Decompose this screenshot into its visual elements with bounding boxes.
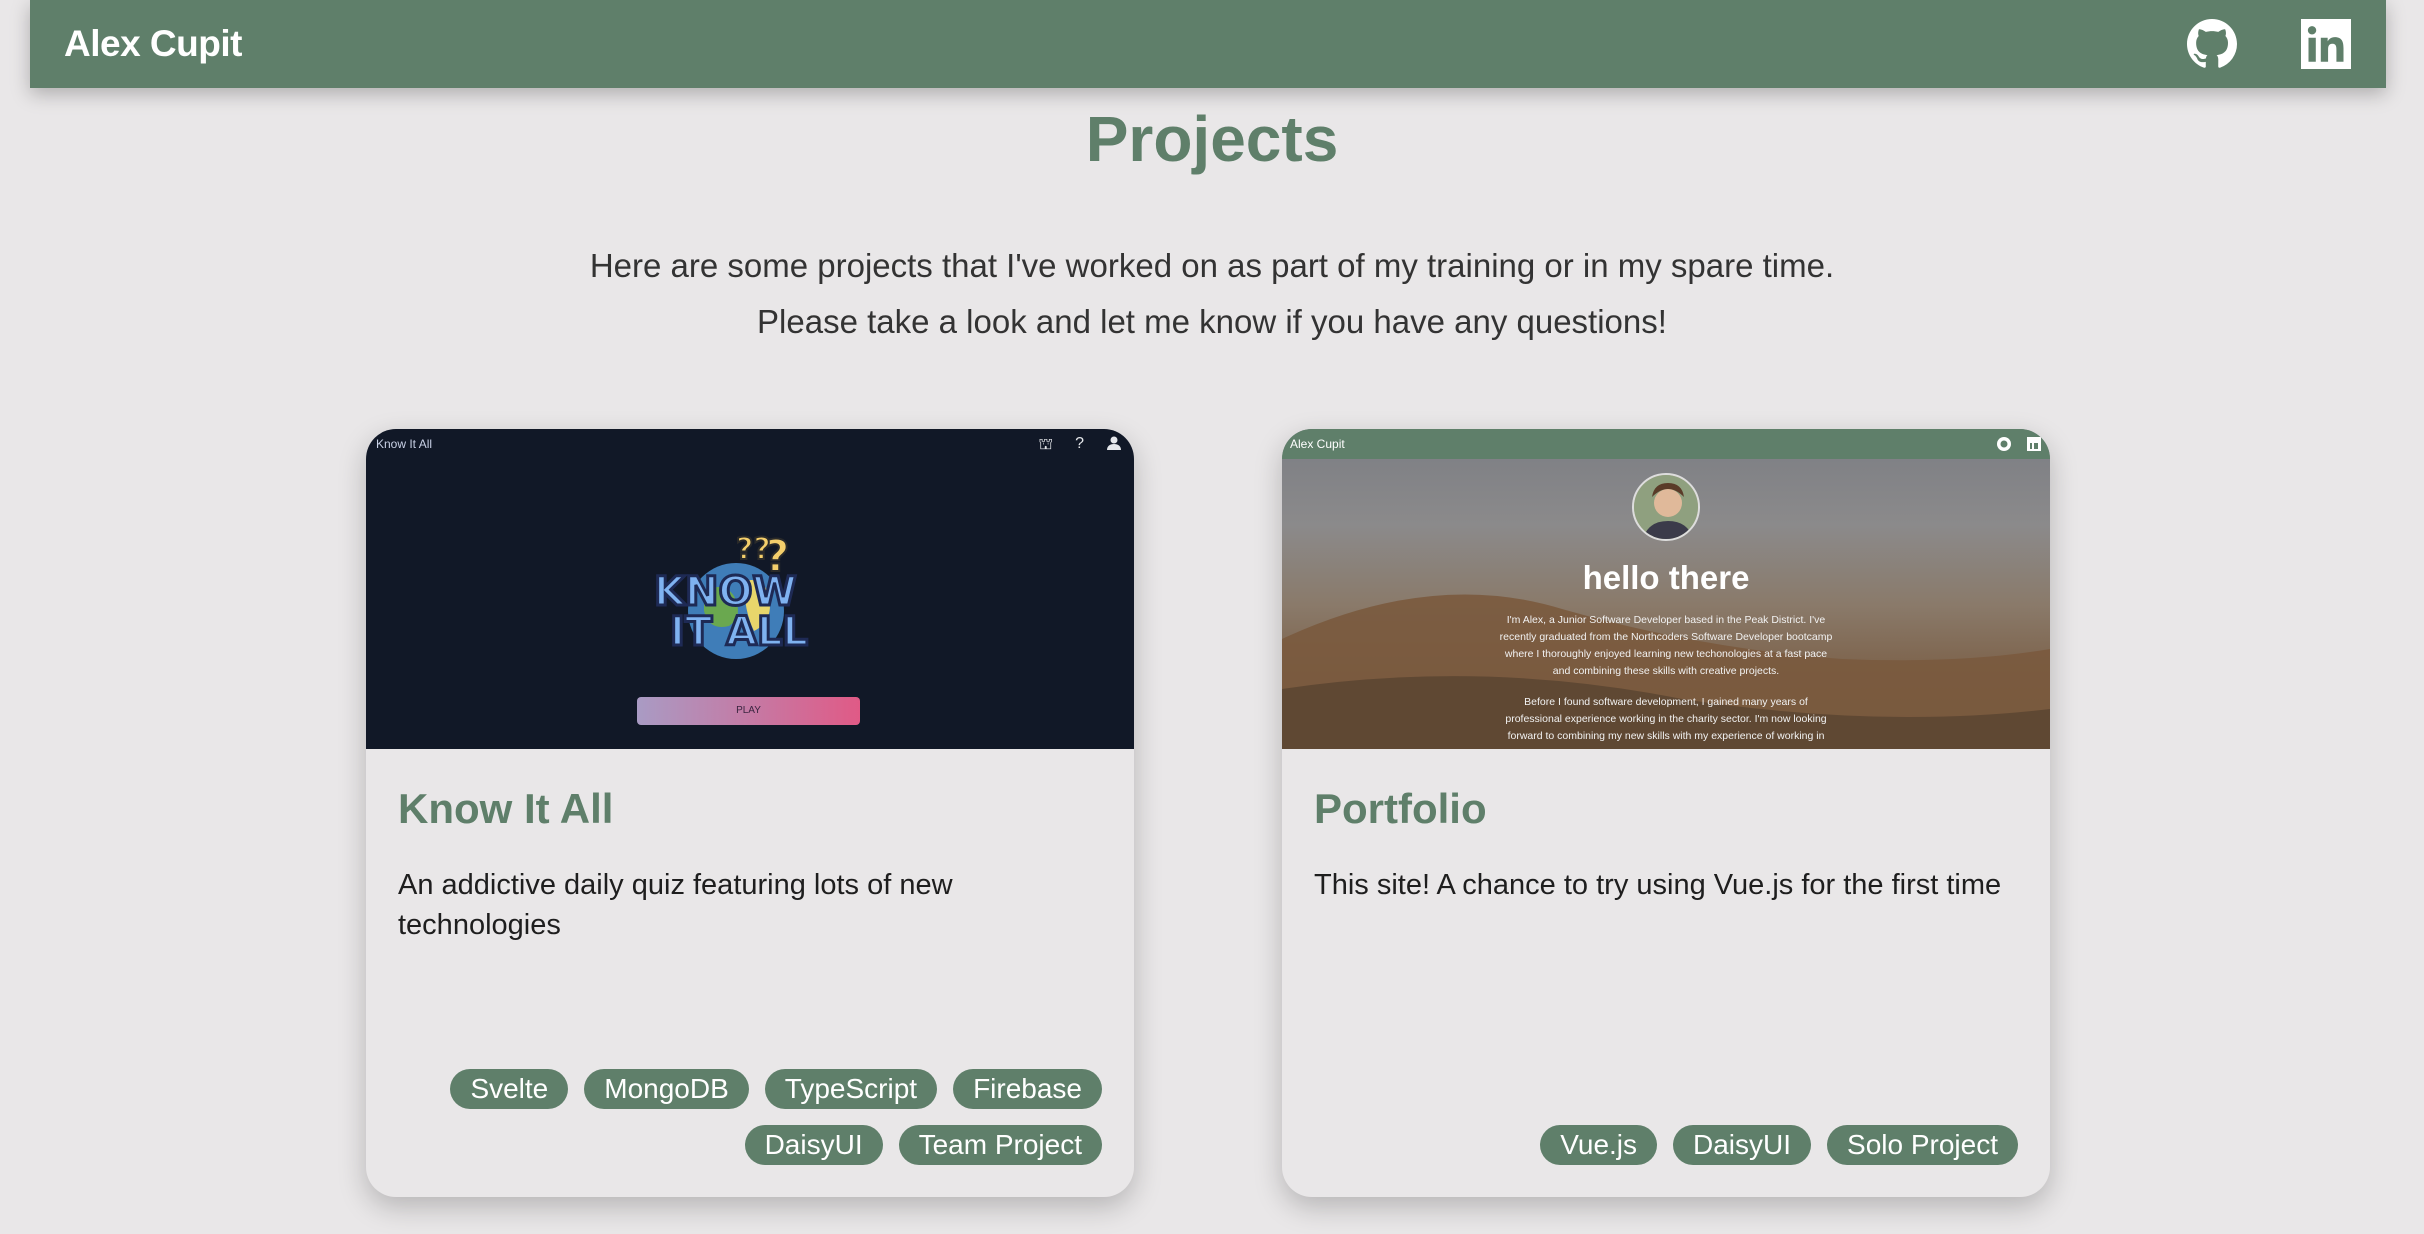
project-title[interactable]: Know It All [398,785,1102,833]
tech-tags: Vue.js DaisyUI Solo Project [1318,1125,2018,1165]
tag: Solo Project [1827,1125,2018,1165]
project-screenshot[interactable]: Alex Cupit hello there I'm Alex, a Junio… [1282,429,2050,749]
project-description: An addictive daily quiz featuring lots o… [398,869,953,941]
linkedin-icon[interactable] [2300,18,2352,70]
card-body: Portfolio This site! A chance to try usi… [1282,749,2050,905]
tag: Vue.js [1540,1125,1658,1165]
screenshot-social-icons [1996,436,2042,452]
tech-tags: Svelte MongoDB TypeScript Firebase Daisy… [402,1069,1102,1165]
about-paragraph: I'm Alex, a Junior Software Developer ba… [1499,614,1833,677]
screenshot-about-text: I'm Alex, a Junior Software Developer ba… [1496,612,1836,745]
project-screenshot[interactable]: Know It All ⛫ ? ? ?? KNOW IT ALL PLAY [366,429,1134,749]
project-card-know-it-all[interactable]: Know It All ⛫ ? ? ?? KNOW IT ALL PLAY Kn… [366,429,1134,1197]
screenshot-nav-icons: ⛫ ? [1038,435,1122,456]
play-button-preview: PLAY [637,697,860,725]
tag: DaisyUI [1673,1125,1812,1165]
project-description: This site! A chance to try using Vue.js … [1314,869,2002,901]
avatar [1632,473,1700,541]
page-title: Projects [1085,103,1339,175]
project-card-portfolio[interactable]: Alex Cupit hello there I'm Alex, a Junio… [1282,429,2050,1197]
tag: TypeScript [764,1069,938,1109]
tag: MongoDB [584,1069,749,1109]
intro-line-2: Please take a look and let me know if yo… [757,303,1667,340]
screenshot-brand: Alex Cupit [1290,437,1345,451]
linkedin-icon [2027,437,2041,451]
about-paragraph: Before I found software development, I g… [1505,696,1827,742]
github-icon [1997,437,2011,451]
social-links [2186,18,2352,70]
leaderboard-icon: ⛫ [1038,436,1054,453]
screenshot-brand: Know It All [376,437,433,451]
user-icon [1106,435,1122,456]
svg-text:??: ?? [736,532,771,567]
top-navbar: Alex Cupit [30,0,2386,88]
help-icon: ? [1075,435,1084,452]
svg-text:IT ALL: IT ALL [670,609,808,655]
github-icon[interactable] [2186,18,2238,70]
tag: DaisyUI [744,1125,883,1165]
know-it-all-logo: ? ?? KNOW IT ALL [653,530,810,659]
screenshot-navbar: Alex Cupit [1282,429,2050,459]
intro-text: Here are some projects that I've worked … [0,238,2424,350]
tag: Firebase [953,1069,1102,1109]
card-body: Know It All An addictive daily quiz feat… [366,749,1134,945]
project-title[interactable]: Portfolio [1314,785,2018,833]
site-brand[interactable]: Alex Cupit [64,23,242,65]
intro-line-1: Here are some projects that I've worked … [589,247,1835,284]
tag: Team Project [898,1125,1102,1165]
tag: Svelte [450,1069,569,1109]
screenshot-heading: hello there [1582,559,1750,596]
